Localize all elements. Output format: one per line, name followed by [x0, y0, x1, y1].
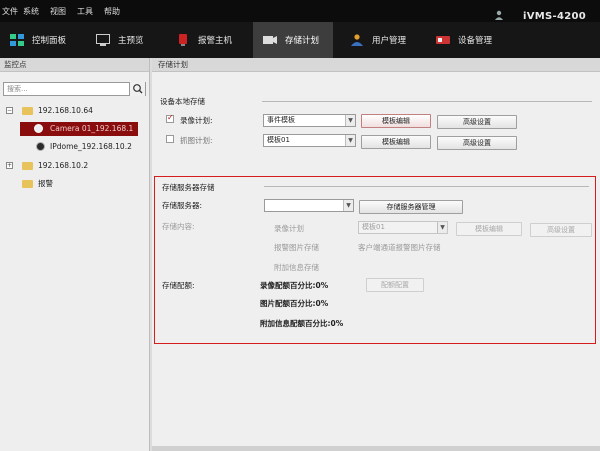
alarm-host-icon	[179, 34, 187, 46]
tree-item-label: Camera 01_192.168.1	[50, 124, 134, 133]
panel-title: 监控点	[0, 58, 149, 72]
main-toolbar: 控制面板 主预览 报警主机 存储计划 用户管理 设备管理	[0, 22, 600, 58]
status-strip	[152, 446, 600, 451]
highlight-box	[154, 176, 596, 344]
tree-item-label: 报警	[38, 179, 53, 188]
tree-item-label: 192.168.10.64	[38, 106, 93, 115]
record-template-select[interactable]: 事件模板 ▼	[263, 114, 356, 127]
storage-schedule-icon	[263, 36, 277, 44]
tab-storage-schedule[interactable]: 存储计划	[253, 22, 333, 58]
menu-system[interactable]: 系统	[23, 6, 39, 17]
section-divider	[262, 101, 592, 102]
capture-template-select[interactable]: 模板01 ▼	[263, 134, 356, 147]
record-schedule-label: 录像计划:	[180, 116, 213, 125]
collapse-toggle-icon[interactable]: −	[6, 107, 13, 114]
capture-template-edit-button[interactable]: 模板编辑	[361, 135, 431, 149]
select-value: 事件模板	[267, 116, 295, 124]
search-button[interactable]	[129, 82, 145, 96]
menu-bar: 文件 系统 视图 工具 帮助 iVMS-4200	[0, 0, 600, 22]
tab-user-management[interactable]: 用户管理	[350, 22, 426, 58]
local-storage-heading: 设备本地存储	[160, 97, 205, 106]
tab-label: 设备管理	[458, 36, 493, 46]
chevron-down-icon: ▼	[345, 115, 355, 126]
record-advanced-button[interactable]: 高级设置	[437, 115, 517, 129]
chevron-down-icon: ▼	[345, 135, 355, 146]
tree-item-label: IPdome_192.168.10.2	[50, 142, 132, 151]
tree-item-group[interactable]: − 192.168.10.64	[0, 104, 148, 118]
tab-alarm-host[interactable]: 报警主机	[176, 22, 248, 58]
tree-item-group[interactable]: + 192.168.10.2	[0, 159, 148, 173]
search-placeholder: 搜索...	[7, 85, 28, 93]
tree-item-camera[interactable]: IPdome_192.168.10.2	[0, 140, 148, 154]
camera-panel: 监控点 搜索... − 192.168.10.64 Camera 01_192.…	[0, 58, 150, 451]
camera-icon	[36, 142, 45, 151]
control-panel-icon	[10, 34, 24, 46]
capture-schedule-checkbox[interactable]	[166, 135, 174, 143]
tab-label: 用户管理	[372, 36, 407, 46]
tree-item-folder[interactable]: 报警	[0, 177, 148, 191]
device-management-icon	[436, 36, 450, 44]
app-brand: iVMS-4200	[522, 11, 586, 22]
user-icon[interactable]	[494, 10, 504, 20]
tab-main-view[interactable]: 主预览	[96, 22, 162, 58]
record-schedule-checkbox[interactable]	[166, 113, 174, 123]
camera-icon	[34, 124, 43, 133]
tab-label: 主预览	[118, 36, 144, 46]
user-management-icon	[351, 34, 363, 46]
capture-schedule-label: 抓图计划:	[180, 136, 213, 145]
folder-icon	[22, 107, 33, 115]
search-icon	[133, 84, 143, 94]
menu-view[interactable]: 视图	[50, 6, 66, 17]
menu-help[interactable]: 帮助	[104, 6, 120, 17]
tab-label: 存储计划	[285, 36, 320, 46]
menu-tools[interactable]: 工具	[77, 6, 93, 17]
tab-label: 控制面板	[32, 36, 67, 46]
tab-label: 报警主机	[198, 36, 233, 46]
menu-file[interactable]: 文件	[2, 6, 18, 17]
tab-device-management[interactable]: 设备管理	[436, 22, 512, 58]
tab-control-panel[interactable]: 控制面板	[10, 22, 80, 58]
search-input[interactable]: 搜索...	[3, 82, 146, 96]
select-value: 模板01	[267, 136, 290, 144]
capture-advanced-button[interactable]: 高级设置	[437, 136, 517, 150]
record-template-edit-button[interactable]: 模板编辑	[361, 114, 431, 128]
expand-toggle-icon[interactable]: +	[6, 162, 13, 169]
main-view-icon	[96, 34, 110, 46]
folder-icon	[22, 180, 33, 188]
tree-item-label: 192.168.10.2	[38, 161, 89, 170]
app-window: 文件 系统 视图 工具 帮助 iVMS-4200 控制面板 主预览 报警主机 存…	[0, 0, 600, 451]
tree-item-camera[interactable]: Camera 01_192.168.1	[20, 122, 138, 136]
page-title: 存储计划	[152, 58, 600, 72]
folder-icon	[22, 162, 33, 170]
